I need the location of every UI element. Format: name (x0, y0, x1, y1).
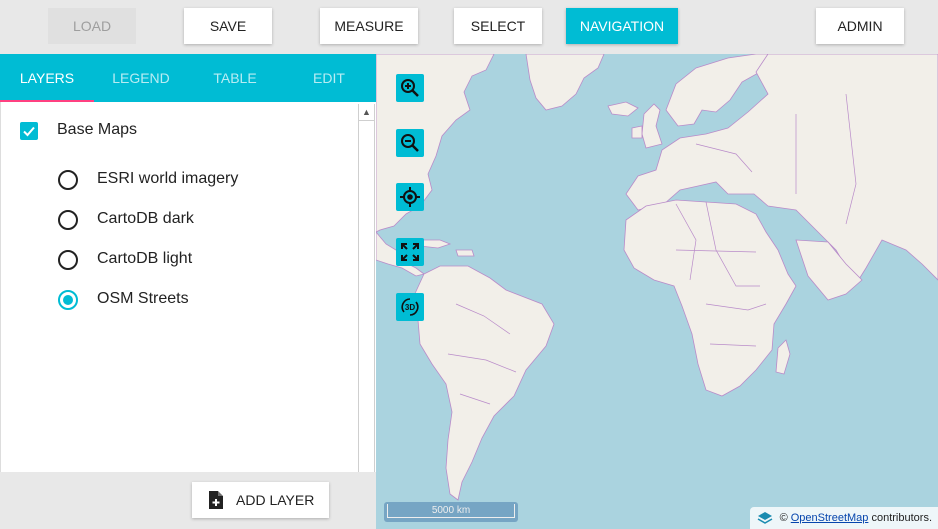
panel-footer: ADD LAYER (0, 472, 376, 529)
check-icon (23, 126, 35, 137)
add-file-icon (209, 491, 223, 509)
radio-label: ESRI world imagery (97, 170, 239, 187)
navigation-button[interactable]: NAVIGATION (566, 8, 678, 44)
svg-text:3D: 3D (405, 303, 415, 312)
zoom-out-button[interactable] (396, 129, 424, 157)
attribution-suffix: contributors. (871, 512, 932, 524)
basemap (376, 54, 938, 529)
tab-edit[interactable]: EDIT (282, 54, 376, 102)
scale-label: 5000 km (387, 504, 515, 518)
top-toolbar: LOAD SAVE MEASURE SELECT NAVIGATION ADMI… (0, 0, 938, 54)
base-maps-checkbox[interactable] (20, 122, 38, 140)
tab-layers[interactable]: LAYERS (0, 54, 94, 102)
fullscreen-icon (401, 243, 419, 261)
locate-button[interactable] (396, 183, 424, 211)
add-layer-button[interactable]: ADD LAYER (192, 482, 329, 518)
radio-label: CartoDB light (97, 250, 193, 267)
radio-button[interactable] (58, 170, 78, 190)
map-attribution: © OpenStreetMap contributors. (749, 507, 938, 529)
admin-button[interactable]: ADMIN (816, 8, 904, 44)
layer-list (0, 102, 359, 521)
side-panel: LAYERS LEGEND TABLE EDIT ▲ Base Maps ESR… (0, 54, 376, 529)
fullscreen-button[interactable] (396, 238, 424, 266)
base-maps-label: Base Maps (57, 121, 138, 138)
3d-rotate-icon: 3D (401, 298, 419, 316)
radio-button-selected[interactable] (58, 290, 78, 310)
save-button[interactable]: SAVE (184, 8, 272, 44)
zoom-in-button[interactable] (396, 74, 424, 102)
tab-legend[interactable]: LEGEND (94, 54, 188, 102)
radio-label: OSM Streets (97, 290, 189, 307)
radio-label: CartoDB dark (97, 210, 194, 227)
layers-logo-icon (757, 512, 772, 524)
load-button[interactable]: LOAD (48, 8, 136, 44)
layer-list-scrollbar[interactable]: ▲ (358, 104, 375, 522)
zoom-out-icon (401, 134, 419, 152)
attribution-prefix: © (779, 512, 788, 524)
tab-table[interactable]: TABLE (188, 54, 282, 102)
add-layer-label: ADD LAYER (236, 492, 315, 508)
zoom-in-icon (401, 79, 419, 97)
3d-view-button[interactable]: 3D (396, 293, 424, 321)
radio-button[interactable] (58, 250, 78, 270)
panel-tabs: LAYERS LEGEND TABLE EDIT (0, 54, 376, 102)
locate-icon (400, 187, 420, 207)
openstreetmap-link[interactable]: OpenStreetMap (791, 512, 869, 524)
scale-bar: 5000 km (384, 502, 518, 522)
select-button[interactable]: SELECT (454, 8, 542, 44)
measure-button[interactable]: MEASURE (320, 8, 418, 44)
scroll-up-arrow-icon[interactable]: ▲ (359, 104, 374, 121)
map-view[interactable]: 3D 5000 km © OpenStreetMap contributors. (376, 54, 938, 529)
radio-button[interactable] (58, 210, 78, 230)
